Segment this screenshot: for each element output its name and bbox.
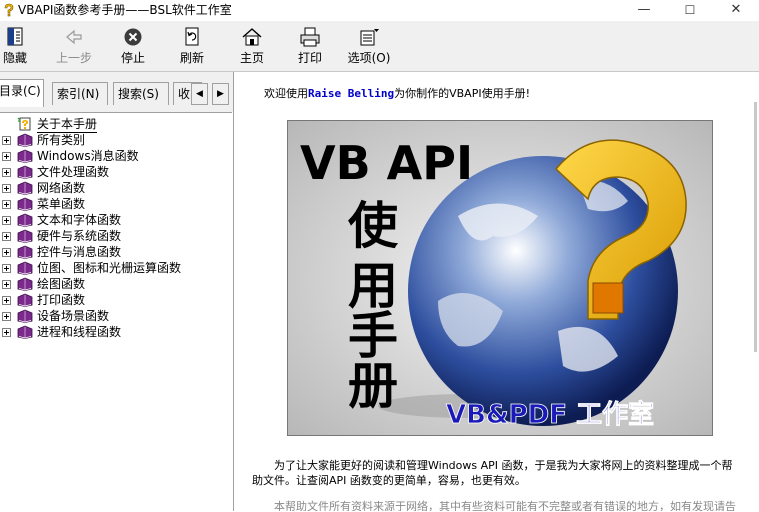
tree-item-label: Windows消息函数 — [37, 149, 139, 163]
banner-title: VB API — [300, 136, 473, 190]
print-button[interactable]: 打印 — [295, 23, 325, 69]
expand-plus-icon[interactable] — [2, 136, 11, 145]
book-icon — [17, 213, 33, 227]
tree-item-label: 硬件与系统函数 — [37, 229, 122, 243]
maximize-button[interactable]: ☐ — [667, 0, 713, 21]
book-icon — [17, 133, 33, 147]
book-icon — [17, 261, 33, 275]
tab-index[interactable]: 索引(N) — [52, 82, 108, 105]
title-bar: VBAPI函数参考手册——BSL软件工作室 — ☐ ✕ — [0, 0, 759, 21]
tree-item-label: 所有类别 — [37, 133, 86, 147]
banner-char-1: 使 — [348, 197, 399, 255]
back-arrow-icon — [66, 29, 82, 45]
book-icon — [17, 293, 33, 307]
globe-banner-graphic: VB API 使 用 手 册 VB&PDF 工作室 — [288, 121, 712, 435]
book-icon — [17, 309, 33, 323]
book-icon — [17, 181, 33, 195]
expand-plus-icon[interactable] — [2, 184, 11, 193]
tree-item-label: 控件与消息函数 — [37, 245, 122, 259]
help-page-icon — [17, 117, 31, 131]
book-icon — [17, 277, 33, 291]
close-button[interactable]: ✕ — [713, 0, 759, 21]
back-button[interactable]: 上一步 — [54, 23, 94, 69]
content-scrollbar[interactable] — [752, 72, 759, 511]
book-icon — [17, 245, 33, 259]
expand-plus-icon[interactable] — [2, 264, 11, 273]
studio-name: VB&PDF 工作室 — [446, 399, 654, 430]
tree-item-label: 关于本手册 — [37, 117, 98, 133]
expand-plus-icon[interactable] — [2, 296, 11, 305]
expand-plus-icon[interactable] — [2, 168, 11, 177]
tree-item-label: 菜单函数 — [37, 197, 86, 211]
tree-item-label: 文本和字体函数 — [37, 213, 122, 227]
banner-char-4: 册 — [348, 357, 398, 415]
help-app-icon — [4, 3, 14, 17]
tree-item-label: 绘图函数 — [37, 277, 86, 291]
hide-button[interactable]: 隐藏 — [0, 23, 30, 69]
expand-plus-icon[interactable] — [2, 312, 11, 321]
tree-item-label: 设备场景函数 — [37, 309, 110, 323]
book-icon — [17, 325, 33, 339]
source-paragraph: 本帮助文件所有资料来源于网络，其中有些资料可能有不完整或者有错误的地方，如有发现… — [274, 500, 736, 511]
expand-plus-icon[interactable] — [2, 280, 11, 289]
nav-tabbar: 目录(C) 索引(N) 搜索(S) 收 ◀ ▶ — [0, 72, 233, 112]
toolbar: 隐藏 上一步 停止 刷新 主页 打印 选项(O) — [0, 21, 759, 72]
tree-item-label: 打印函数 — [37, 293, 86, 307]
intro-paragraph: 为了让大家能更好的阅读和管理Windows API 函数，于是我为大家将网上的资… — [252, 459, 733, 487]
window-title: VBAPI函数参考手册——BSL软件工作室 — [18, 3, 232, 17]
tab-contents[interactable]: 目录(C) — [0, 79, 44, 107]
home-button[interactable]: 主页 — [237, 23, 267, 69]
navigation-pane: 目录(C) 索引(N) 搜索(S) 收 ◀ ▶ 关于本手册 所有类别 Window… — [0, 72, 234, 512]
tree-item-label: 进程和线程函数 — [37, 325, 122, 339]
tab-scroll-right-icon[interactable]: ▶ — [212, 83, 229, 105]
tree-item-label: 位图、图标和光栅运算函数 — [37, 261, 182, 275]
hide-pane-icon — [7, 27, 23, 46]
book-icon — [17, 197, 33, 211]
content-pane: 欢迎使用Raise Belling为你制作的VBAPI使用手册! VB API … — [234, 72, 759, 511]
expand-plus-icon[interactable] — [2, 232, 11, 241]
book-icon — [17, 165, 33, 179]
refresh-icon — [185, 27, 199, 46]
expand-plus-icon[interactable] — [2, 216, 11, 225]
expand-plus-icon[interactable] — [2, 200, 11, 209]
expand-plus-icon[interactable] — [2, 328, 11, 337]
tree-item-label: 文件处理函数 — [37, 165, 110, 179]
stop-icon — [124, 28, 142, 46]
refresh-button[interactable]: 刷新 — [177, 23, 207, 69]
scrollbar-thumb[interactable] — [754, 102, 757, 352]
options-button[interactable]: 选项(O) — [344, 23, 394, 69]
tree-item-label: 网络函数 — [37, 181, 86, 195]
expand-plus-icon[interactable] — [2, 248, 11, 257]
book-icon — [17, 229, 33, 243]
printer-icon — [300, 27, 320, 47]
author-name: Raise Belling — [308, 87, 395, 100]
banner-image: VB API 使 用 手 册 VB&PDF 工作室 — [287, 120, 713, 436]
expand-plus-icon[interactable] — [2, 152, 11, 161]
stop-button[interactable]: 停止 — [118, 23, 148, 69]
home-icon — [242, 28, 262, 46]
tab-scroll-left-icon[interactable]: ◀ — [191, 83, 208, 105]
book-icon — [17, 149, 33, 163]
options-icon — [360, 29, 379, 46]
minimize-button[interactable]: — — [621, 0, 667, 21]
contents-tree: 关于本手册 所有类别 Windows消息函数 文件处理函数 网络函数菜单函数文本和字体… — [0, 112, 232, 512]
welcome-text: 欢迎使用Raise Belling为你制作的VBAPI使用手册! — [264, 87, 530, 100]
tab-search[interactable]: 搜索(S) — [113, 82, 169, 105]
